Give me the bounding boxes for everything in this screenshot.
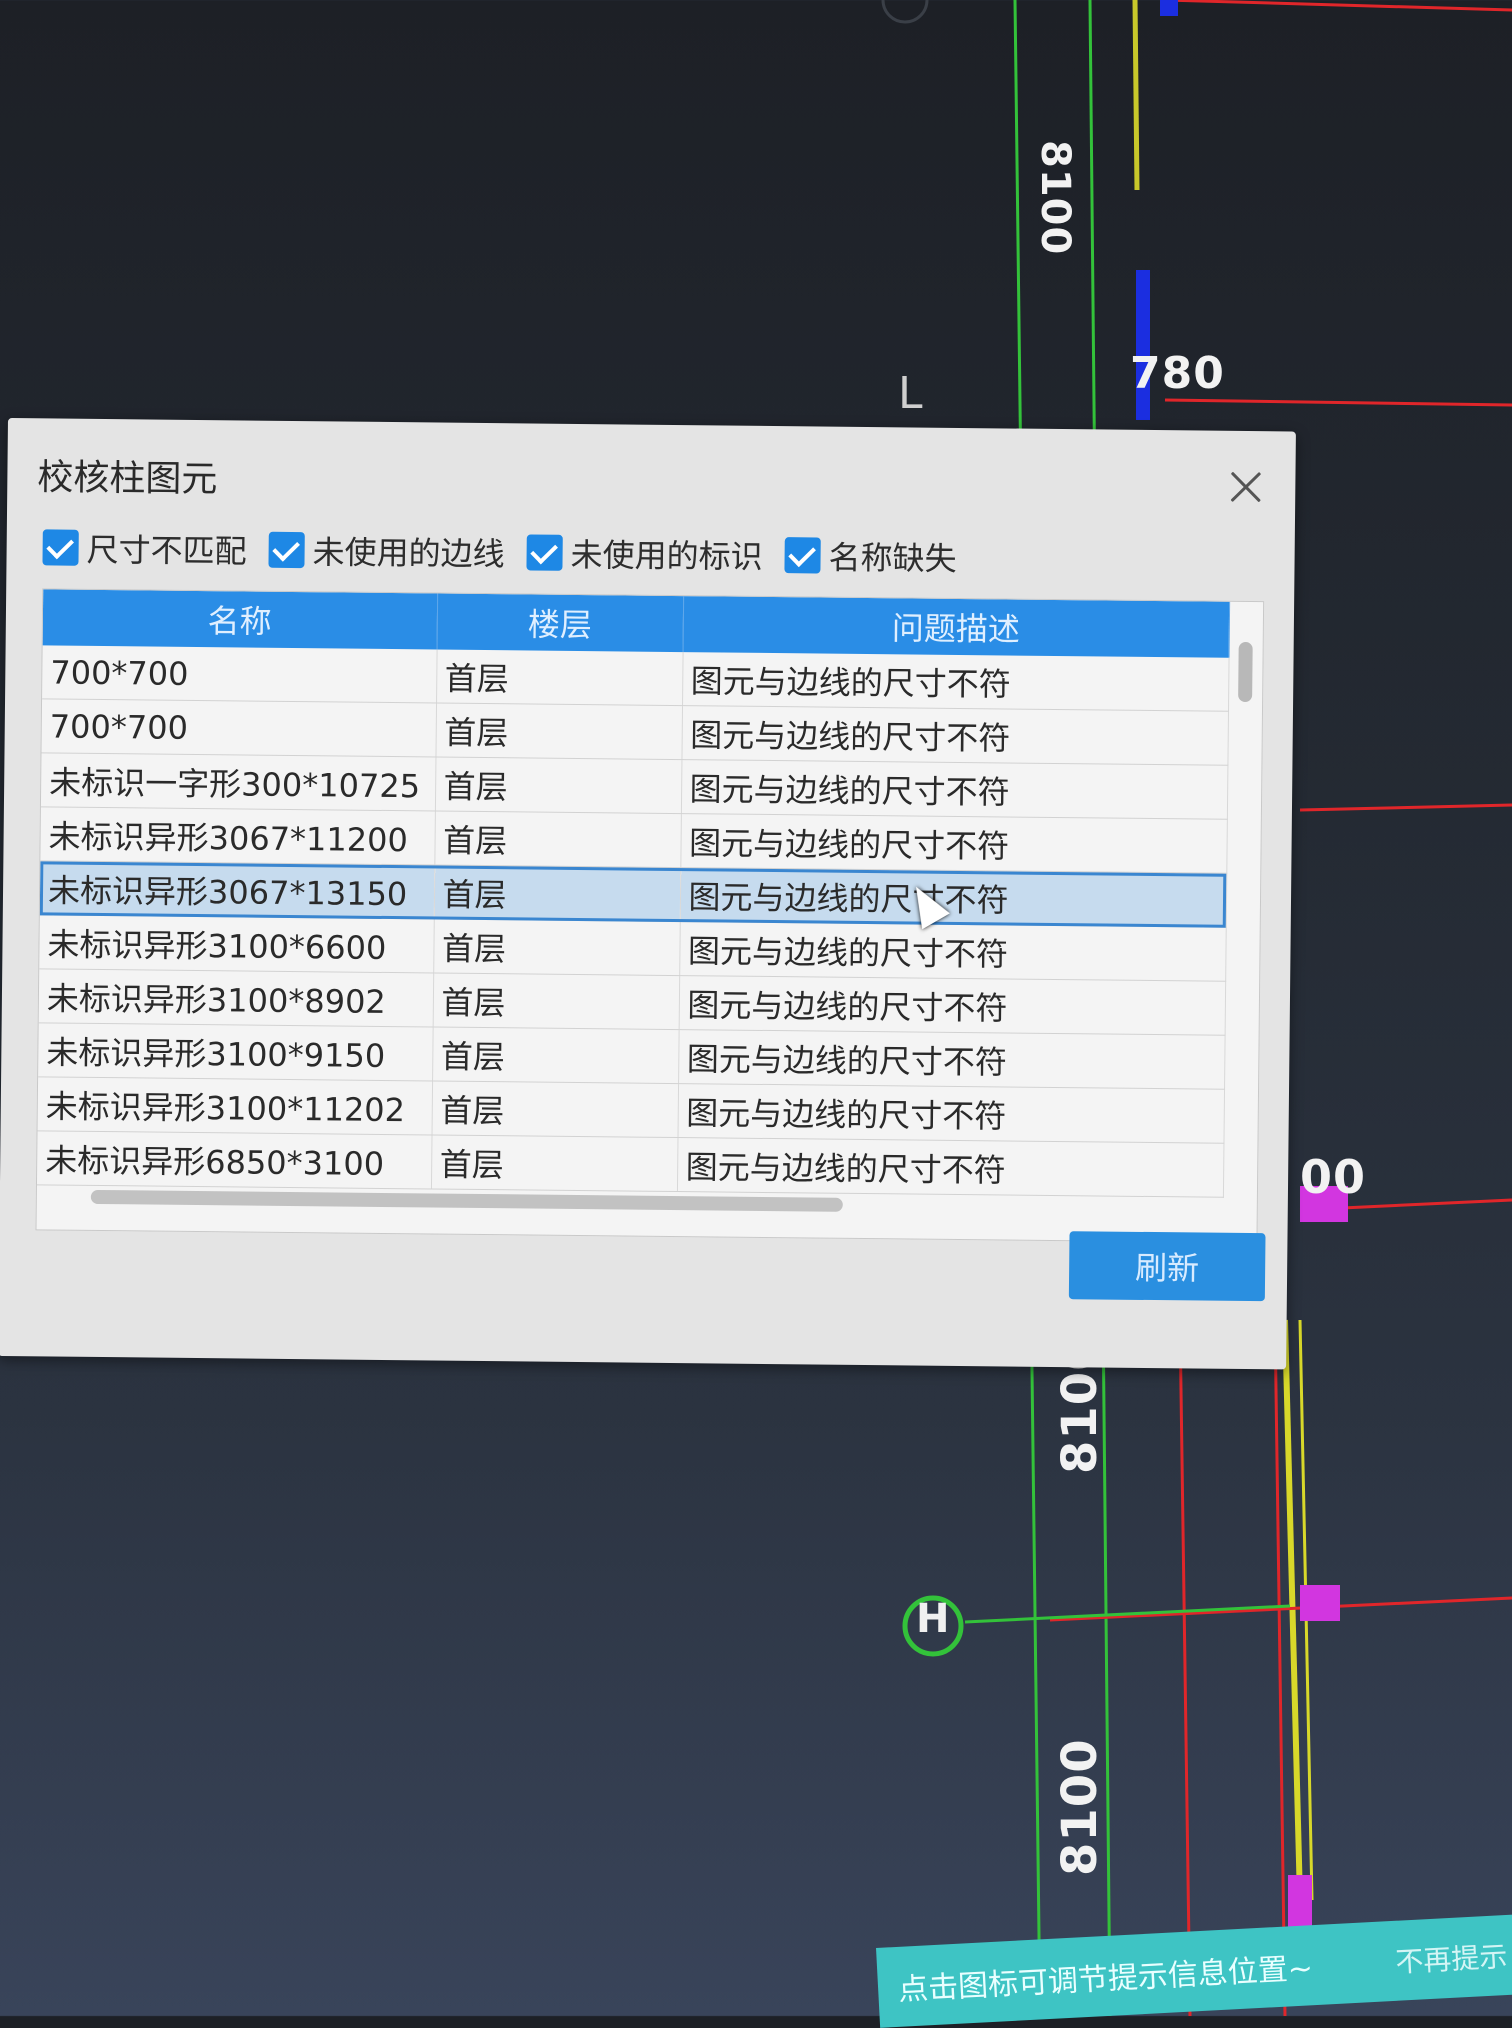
dimension-label: 8100 xyxy=(1052,1738,1108,1876)
cell-floor: 首层 xyxy=(431,1080,679,1138)
check-column-dialog: 校核柱图元 尺寸不匹配 未使用的边线 未使用的标识 名称缺失 名称 楼层 问题描… xyxy=(0,418,1296,1370)
column-header-description[interactable]: 问题描述 xyxy=(682,596,1230,658)
cell-description: 图元与边线的尺寸不符 xyxy=(678,1029,1225,1090)
filter-name-missing[interactable]: 名称缺失 xyxy=(784,532,957,580)
cell-name: 未标识异形3100*9150 xyxy=(38,1022,433,1081)
axis-label: H xyxy=(916,1596,951,1642)
filter-unused-edges[interactable]: 未使用的边线 xyxy=(268,527,505,575)
vertical-scrollbar[interactable] xyxy=(1238,641,1253,703)
cell-floor: 首层 xyxy=(432,972,680,1030)
checkbox-checked-icon[interactable] xyxy=(526,534,563,571)
cell-floor: 首层 xyxy=(434,810,681,868)
axis-line-h xyxy=(964,1604,1291,1624)
cell-floor: 首层 xyxy=(430,1134,678,1192)
filter-row: 尺寸不匹配 未使用的边线 未使用的标识 名称缺失 xyxy=(42,524,957,580)
cell-floor: 首层 xyxy=(435,702,683,760)
cell-name: 未标识一字形300*10725 xyxy=(40,752,436,811)
column-header-floor[interactable]: 楼层 xyxy=(436,593,684,653)
axis-bubble-top xyxy=(881,0,929,24)
dimension-label: 780 xyxy=(1130,348,1225,399)
checkbox-checked-icon[interactable] xyxy=(784,537,821,574)
cell-name: 未标识异形3100*11202 xyxy=(37,1076,433,1135)
cell-floor: 首层 xyxy=(436,649,683,706)
filter-size-mismatch[interactable]: 尺寸不匹配 xyxy=(42,524,247,572)
cell-description: 图元与边线的尺寸不符 xyxy=(680,759,1228,820)
filter-label: 未使用的标识 xyxy=(570,535,763,576)
grid-line-red xyxy=(1164,0,1512,12)
cell-name: 700*700 xyxy=(42,645,437,703)
checkbox-checked-icon[interactable] xyxy=(42,529,79,566)
cell-floor: 首层 xyxy=(432,1026,679,1084)
cell-description: 图元与边线的尺寸不符 xyxy=(679,921,1226,982)
cell-floor: 首层 xyxy=(434,756,682,814)
cell-description: 图元与边线的尺寸不符 xyxy=(680,813,1227,874)
results-table[interactable]: 名称 楼层 问题描述 700*700 首层 图元与边线的尺寸不符 700*700… xyxy=(35,588,1265,1244)
dimension-label: 00 xyxy=(1300,1150,1367,1204)
cell-description: 图元与边线的尺寸不符 xyxy=(676,1137,1224,1198)
cell-name: 未标识异形6850*3100 xyxy=(36,1130,432,1189)
grid-line-red xyxy=(1299,803,1512,812)
cell-name: 未标识异形3100*8902 xyxy=(38,968,434,1027)
marker-magenta xyxy=(1300,1585,1340,1621)
refresh-button[interactable]: 刷新 xyxy=(1068,1231,1266,1302)
dialog-title: 校核柱图元 xyxy=(37,457,218,501)
cell-name: 未标识异形3067*13150 xyxy=(39,860,435,919)
filter-label: 未使用的边线 xyxy=(312,533,505,574)
cell-description: 图元与边线的尺寸不符 xyxy=(679,867,1227,928)
filter-label: 尺寸不匹配 xyxy=(86,530,247,571)
grid-line-red xyxy=(1164,398,1512,407)
cell-floor: 首层 xyxy=(433,864,681,922)
column-blue xyxy=(1160,0,1178,16)
cell-description: 图元与边线的尺寸不符 xyxy=(678,975,1226,1036)
tip-dismiss-link[interactable]: 不再提示 xyxy=(1394,1935,1509,1981)
cell-description: 图元与边线的尺寸不符 xyxy=(677,1083,1225,1144)
close-icon[interactable] xyxy=(1225,467,1265,507)
cell-name: 未标识异形3067*11200 xyxy=(40,806,435,865)
table-row[interactable]: 未标识异形6850*3100 首层 图元与边线的尺寸不符 xyxy=(36,1130,1224,1198)
filter-unused-marks[interactable]: 未使用的标识 xyxy=(526,529,763,577)
horizontal-scrollbar[interactable] xyxy=(90,1189,843,1212)
cell-description: 图元与边线的尺寸不符 xyxy=(682,652,1229,712)
grid-line-red xyxy=(1273,1319,1287,2016)
column-header-name[interactable]: 名称 xyxy=(42,589,438,650)
filter-label: 名称缺失 xyxy=(828,538,957,578)
cell-description: 图元与边线的尺寸不符 xyxy=(681,705,1228,766)
grid-line-red xyxy=(1049,1596,1512,1622)
cell-name: 未标识异形3100*6600 xyxy=(39,914,434,973)
cell-floor: 首层 xyxy=(433,918,680,976)
cell-name: 700*700 xyxy=(41,698,437,757)
grid-line-yellow xyxy=(1132,0,1140,191)
tip-text: 点击图标可调节提示信息位置~ xyxy=(897,1951,1314,2008)
checkbox-checked-icon[interactable] xyxy=(268,531,305,569)
grid-line-red xyxy=(1178,1319,1192,2016)
stray-label: L xyxy=(898,368,924,419)
dimension-label: 8100 xyxy=(1032,140,1078,256)
